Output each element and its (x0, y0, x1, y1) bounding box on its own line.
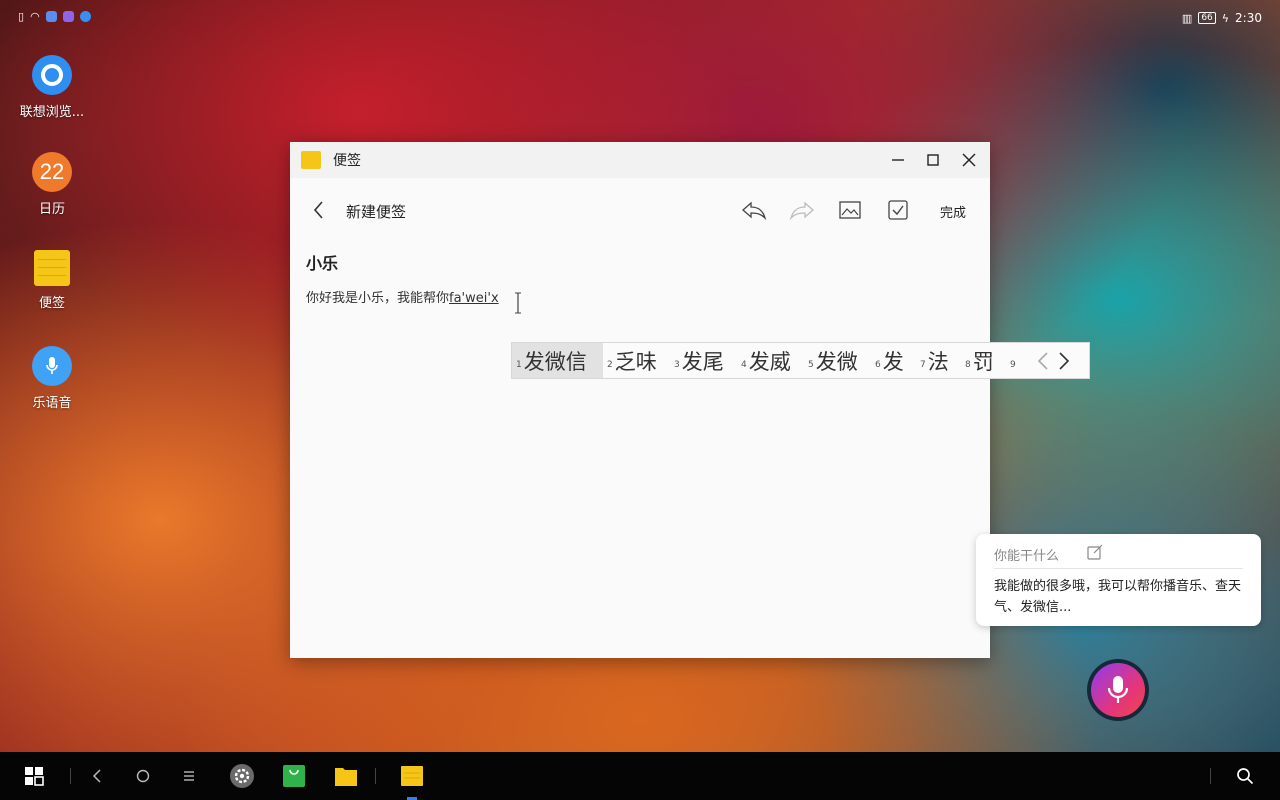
charging-icon: ϟ (1221, 11, 1230, 25)
assistant-answer: 我能做的很多哦，我可以帮你播音乐、查天气、发微信... (994, 579, 1242, 615)
browser-icon (32, 55, 72, 95)
back-nav-button[interactable] (85, 764, 109, 788)
battery-indicator: 66 (1198, 12, 1216, 24)
divider (375, 768, 376, 784)
ime-candidate[interactable]: 9 (1006, 343, 1026, 378)
desktop-icon-voice[interactable]: 乐语音 (7, 346, 97, 411)
folder-icon (335, 768, 357, 786)
notes-icon (401, 766, 423, 786)
divider (1210, 768, 1211, 784)
chevron-left-icon (1037, 352, 1048, 370)
app-notification-icon (62, 11, 74, 22)
notes-app-icon (301, 151, 321, 169)
voice-assistant-status-icon (79, 11, 91, 22)
chevron-right-icon (1059, 352, 1070, 370)
status-bar: ▯ ◠ ▥ 66 ϟ 2:30 (0, 0, 1280, 36)
close-icon (962, 153, 976, 167)
divider (70, 768, 71, 784)
chevron-left-icon (313, 201, 323, 219)
home-button[interactable] (131, 764, 155, 788)
edit-icon[interactable] (1087, 544, 1103, 560)
notification-icon: ▯ (18, 10, 25, 23)
voice-assistant-mic-button[interactable] (1087, 659, 1149, 721)
microphone-icon (32, 346, 72, 386)
ime-candidate[interactable]: 6发 (871, 343, 916, 378)
app-notification-icon (45, 11, 57, 22)
desktop-icon-calendar[interactable]: 22 日历 (7, 152, 97, 217)
checkbox-icon (888, 200, 908, 220)
desktop-icon-browser[interactable]: 联想浏览... (7, 55, 97, 120)
microphone-icon (1107, 676, 1129, 703)
desktop-icon-notes[interactable]: 便签 (7, 250, 97, 311)
search-icon (1237, 768, 1254, 785)
ime-candidate[interactable]: 1 发微信 (512, 343, 603, 378)
start-menu-button[interactable] (22, 764, 46, 788)
ime-next-page-button[interactable] (1056, 349, 1072, 373)
taskbar-app-store[interactable] (282, 764, 306, 788)
image-icon (839, 201, 861, 219)
shopping-bag-icon (283, 765, 305, 787)
ime-candidate[interactable]: 3 发尾 (670, 343, 737, 378)
back-icon (92, 769, 101, 783)
taskbar-app-notes[interactable] (400, 764, 424, 788)
taskbar (0, 752, 1280, 800)
clock: 2:30 (1235, 11, 1262, 25)
voice-assistant-card[interactable]: 你能干什么 我能做的很多哦，我可以帮你播音乐、查天气、发微信... (976, 534, 1261, 626)
taskbar-app-files[interactable] (334, 764, 358, 788)
text-cursor-icon (515, 292, 521, 314)
note-title-field[interactable]: 小乐 (306, 250, 338, 274)
ime-prev-page-button[interactable] (1035, 349, 1051, 373)
gear-icon (230, 764, 254, 788)
ime-candidate[interactable]: 5 发微 (804, 343, 871, 378)
maximize-icon (927, 154, 939, 166)
notes-icon (34, 250, 70, 286)
menu-icon (184, 771, 194, 781)
redo-icon (789, 201, 814, 220)
window-title: 便签 (333, 153, 361, 169)
ime-candidate-bar: 1 发微信 2 乏味 3 发尾 4 发威 5 发微 6发 7法 8罚 9 (511, 342, 1090, 379)
minimize-button[interactable] (880, 142, 916, 178)
ime-composition-text: fa'wei'x (449, 291, 499, 306)
ime-candidate[interactable]: 8罚 (961, 343, 1006, 378)
divider (994, 568, 1243, 569)
undo-button[interactable] (741, 198, 767, 222)
calendar-icon: 22 (32, 152, 72, 192)
taskbar-app-settings[interactable] (230, 764, 254, 788)
search-button[interactable] (1233, 764, 1257, 788)
redo-button[interactable] (789, 198, 815, 222)
desktop-icon-label: 乐语音 (32, 396, 72, 411)
desktop-icon-label: 便签 (38, 296, 65, 311)
note-header-title: 新建便签 (346, 203, 407, 221)
checklist-button[interactable] (885, 198, 911, 222)
insert-image-button[interactable] (837, 198, 863, 222)
undo-icon (742, 201, 767, 220)
maximize-button[interactable] (915, 142, 951, 178)
window-titlebar[interactable]: 便签 (290, 142, 990, 178)
done-button[interactable]: 完成 (940, 202, 966, 221)
desktop-icon-label: 联想浏览... (19, 105, 85, 120)
home-circle-icon (136, 769, 150, 783)
windows-grid-icon (25, 767, 44, 786)
assistant-question: 你能干什么 (994, 549, 1060, 564)
recents-button[interactable] (177, 764, 201, 788)
ime-candidate[interactable]: 4 发威 (737, 343, 804, 378)
wifi-icon: ◠ (30, 10, 40, 23)
ime-candidate[interactable]: 7法 (916, 343, 961, 378)
note-body-text: 你好我是小乐，我能帮你 (306, 291, 450, 306)
close-button[interactable] (951, 142, 987, 178)
book-icon: ▥ (1181, 11, 1193, 25)
minimize-icon (892, 159, 904, 161)
back-button[interactable] (310, 200, 328, 220)
note-body-field[interactable]: 你好我是小乐，我能帮你fa'wei'x (306, 287, 499, 306)
ime-candidate[interactable]: 2 乏味 (603, 343, 670, 378)
note-toolbar: 新建便签 完成 (290, 178, 990, 242)
desktop-icon-label: 日历 (38, 202, 65, 217)
notes-window: 便签 新建便签 完成 小乐 你好我是小乐，我能帮你fa'wei'x (290, 142, 990, 658)
